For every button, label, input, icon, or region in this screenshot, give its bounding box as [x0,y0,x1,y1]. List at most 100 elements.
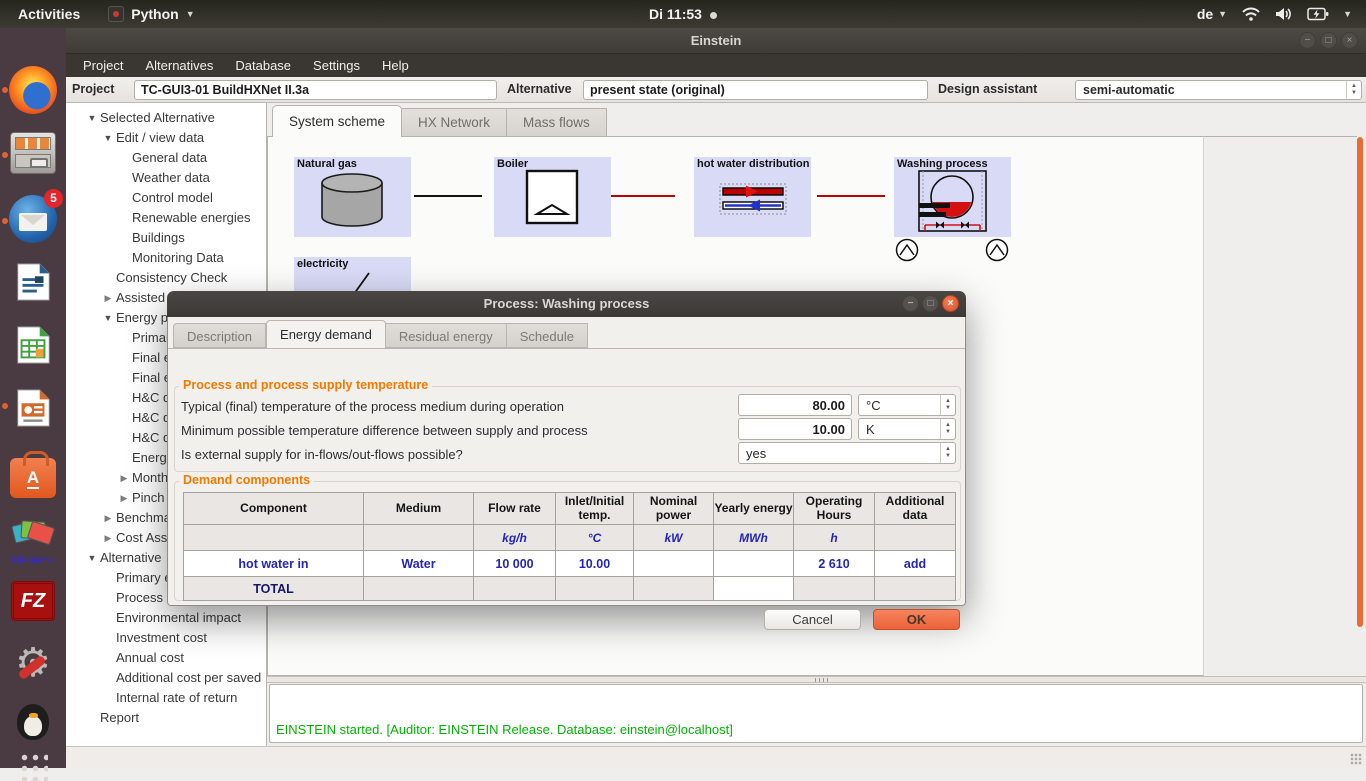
tree-item[interactable]: Environmental impact [66,608,266,628]
ok-button[interactable]: OK [873,609,960,630]
min-dt-label: Minimum possible temperature difference … [181,423,588,438]
supply-section-title: Process and process supply temperature [179,378,432,392]
tree-item[interactable]: Selected Alternative [66,108,266,128]
tree-item[interactable]: Report [66,708,266,728]
tab-energy-demand[interactable]: Energy demand [266,320,386,348]
menu-alternatives[interactable]: Alternatives [134,54,224,77]
tree-item[interactable]: Consistency Check [66,268,266,288]
close-button[interactable]: × [1341,32,1358,49]
splitter-grip-icon [815,678,829,682]
statusbar [66,746,1366,768]
dialog-close-button[interactable]: × [942,295,959,312]
tree-item[interactable]: Investment cost [66,628,266,648]
pdf-shuffler-icon[interactable]: PDF-Shuffler [9,517,57,565]
ubuntu-software-icon[interactable]: A [9,452,57,498]
tab-system-scheme[interactable]: System scheme [272,105,402,137]
tree-expanded-icon[interactable] [100,308,116,328]
demand-table: Component Medium Flow rate Inlet/Initial… [183,492,956,601]
menu-help[interactable]: Help [371,54,420,77]
clock[interactable]: Di 11:53 [0,6,1366,22]
project-toolbar: Project Alternative Design assistant sem… [66,77,1366,103]
dock: 5 A PDF-Shuffler FZ ⚙ [0,28,66,768]
alternative-input[interactable] [583,80,928,100]
log-panel[interactable]: EINSTEIN started. [Auditor: EINSTEIN Rel… [269,684,1363,743]
tree-collapsed-icon[interactable] [116,468,132,488]
tree-expanded-icon[interactable] [84,108,100,128]
tree-item[interactable]: General data [66,148,266,168]
dialog-minimize-button[interactable]: − [902,295,919,312]
libreoffice-calc-icon[interactable] [9,324,57,371]
firefox-icon[interactable] [9,66,57,114]
top-panel: Activities Python ▼ Di 11:53 de ▼ ▼ [0,0,1366,28]
tree-item[interactable]: Internal rate of return [66,688,266,708]
external-supply-value: yes [739,446,940,461]
menu-project[interactable]: Project [72,54,134,77]
thunderbird-icon[interactable]: 5 [9,195,57,243]
vertical-scrollbar[interactable] [1357,137,1363,627]
project-input[interactable] [134,80,497,100]
tree-item[interactable]: Additional cost per saved [66,668,266,688]
min-dt-unit-combo[interactable]: K [858,418,956,440]
tree-item[interactable]: Weather data [66,168,266,188]
menu-settings[interactable]: Settings [302,54,371,77]
component-boiler[interactable]: Boiler [494,157,611,237]
demand-components-frame: Demand components Component Medium Flow … [174,481,961,601]
valve-icon[interactable] [985,238,1009,262]
tab-description[interactable]: Description [173,323,266,348]
dialog-maximize-button[interactable]: □ [922,295,939,312]
spinner-icon[interactable] [940,419,955,439]
tree-expanded-icon[interactable] [100,128,116,148]
min-dt-input[interactable] [738,418,852,440]
tab-residual-energy[interactable]: Residual energy [386,323,507,348]
component-hot-water-distribution[interactable]: hot water distribution [694,157,811,237]
minimize-button[interactable]: − [1299,32,1316,49]
tab-hx-network[interactable]: HX Network [402,108,507,137]
external-supply-combo[interactable]: yes [738,442,956,464]
connection-line [611,195,675,197]
tab-schedule[interactable]: Schedule [507,323,588,348]
tree-item[interactable]: Renewable energies [66,208,266,228]
final-temp-input[interactable] [738,394,852,416]
tab-mass-flows[interactable]: Mass flows [507,108,607,137]
libreoffice-impress-icon[interactable] [9,387,57,434]
tools-icon[interactable]: ⚙ [9,641,57,687]
horizontal-splitter[interactable] [267,676,1366,683]
spinner-icon[interactable] [940,443,955,463]
tree-item[interactable]: Buildings [66,228,266,248]
design-assistant-value: semi-automatic [1076,83,1346,97]
pdf-shuffler-label: PDF-Shuffler [9,556,57,565]
running-indicator [2,218,8,224]
menu-database[interactable]: Database [224,54,302,77]
libreoffice-writer-icon[interactable] [9,261,57,308]
tree-item[interactable]: Control model [66,188,266,208]
tree-item[interactable]: Annual cost [66,648,266,668]
running-indicator [2,403,8,409]
window-titlebar[interactable]: Einstein − □ × [66,28,1366,54]
maximize-button[interactable]: □ [1320,32,1337,49]
add-data-link[interactable]: add [875,551,956,577]
app-grid-icon[interactable] [9,750,57,781]
tree-collapsed-icon[interactable] [100,528,116,548]
cancel-button[interactable]: Cancel [764,609,861,630]
tree-expanded-icon[interactable] [84,548,100,568]
external-supply-label: Is external supply for in-flows/out-flow… [181,447,463,462]
resize-grip-icon[interactable] [1350,753,1362,765]
design-assistant-combo[interactable]: semi-automatic [1075,80,1362,100]
component-natural-gas[interactable]: Natural gas [294,157,411,237]
canvas-gutter [1204,136,1357,676]
game-tux-icon[interactable] [9,704,57,740]
tree-collapsed-icon[interactable] [116,488,132,508]
file-archiver-icon[interactable] [9,132,57,174]
table-row[interactable]: hot water in Water 10 000 10.00 2 610 ad… [184,551,956,577]
tree-item[interactable]: Monitoring Data [66,248,266,268]
valve-icon[interactable] [895,238,919,262]
spinner-icon[interactable] [1346,81,1361,99]
dialog-titlebar[interactable]: Process: Washing process − □ × [167,291,966,317]
tree-collapsed-icon[interactable] [100,508,116,528]
filezilla-icon[interactable]: FZ [9,581,57,621]
final-temp-unit-combo[interactable]: °C [858,394,956,416]
tree-collapsed-icon[interactable] [100,288,116,308]
component-washing-process[interactable]: Washing process [894,157,1011,237]
spinner-icon[interactable] [940,395,955,415]
tree-item[interactable]: Edit / view data [66,128,266,148]
